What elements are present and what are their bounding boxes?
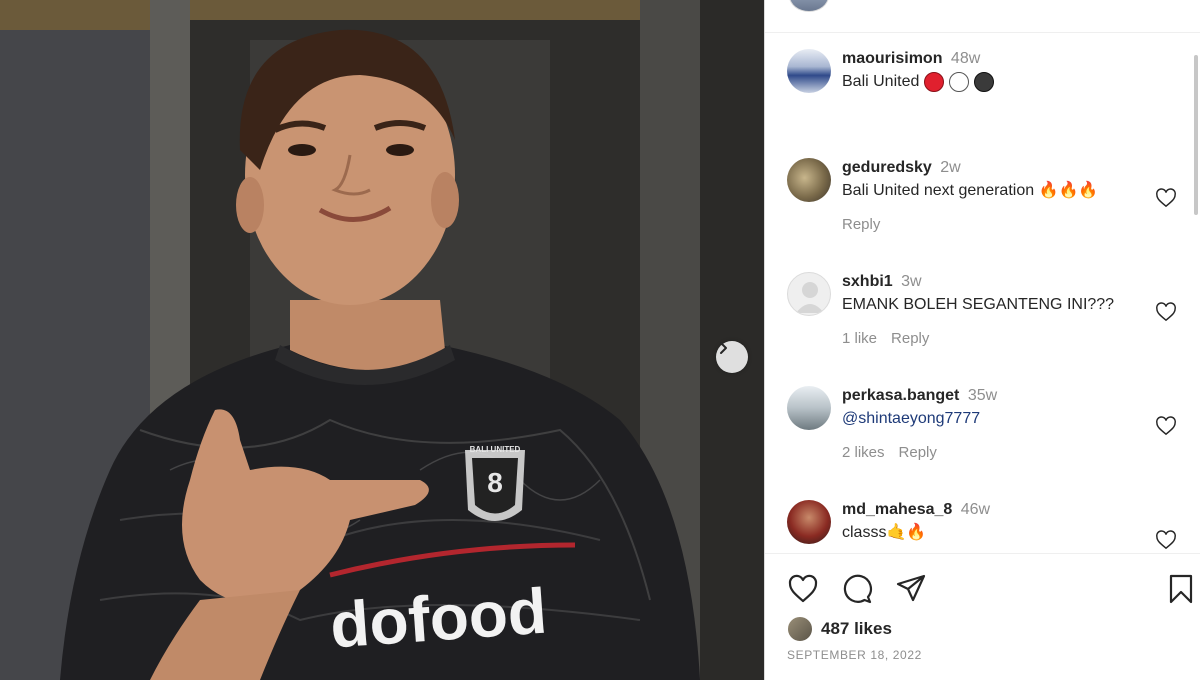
likes-count[interactable]: 487 likes [821,619,892,639]
post-photo: 8 BALI UNITED dofood [0,0,764,680]
jersey-crest-text: BALI UNITED [470,445,521,454]
comment-username[interactable]: perkasa.banget [842,387,959,404]
avatar[interactable] [787,500,831,544]
black-circle-icon [974,72,995,92]
comment-text: Bali United next generation 🔥🔥🔥 [842,182,1099,199]
heart-icon[interactable] [787,573,819,605]
jersey-sponsor-text: dofood [328,575,549,662]
comment-username[interactable]: sxhbi1 [842,273,893,290]
comments-scrollbar[interactable] [1194,55,1198,215]
likes-avatar [787,616,813,642]
heart-icon[interactable] [1155,302,1177,322]
caption-username[interactable]: maourisimon [842,50,942,67]
comment-time: 35w [967,387,998,404]
comment-likes[interactable]: 2 likes [842,444,885,461]
reply-button[interactable]: Reply [842,216,880,233]
comment-text: EMANK BOLEH SEGANTENG INI??? [842,296,1115,313]
avatar[interactable] [787,49,831,93]
avatar[interactable] [787,386,831,430]
avatar[interactable] [787,158,831,202]
comment-text: classs🤙🔥 [842,524,927,541]
comment-time: 3w [901,273,922,290]
comment-time: 2w [940,159,961,176]
heart-icon[interactable] [1155,188,1177,208]
next-photo-button[interactable] [716,341,748,373]
likes-row[interactable]: 487 likes [787,616,892,642]
post-date: SEPTEMBER 18, 2022 [787,648,922,662]
red-circle-icon [924,72,945,92]
heart-icon[interactable] [1155,416,1177,436]
comment-icon[interactable] [841,573,873,605]
comments-list[interactable]: maourisimon 48w Bali United geduredsky 2… [765,33,1195,553]
chevron-right-icon [720,342,727,354]
svg-text:8: 8 [487,467,503,498]
bookmark-icon[interactable] [1165,573,1197,605]
comment-time: 46w [960,501,991,518]
reply-button[interactable]: Reply [891,330,929,347]
caption-time: 48w [950,50,981,67]
header-avatar[interactable] [789,0,829,12]
photo-illustration: 8 BALI UNITED dofood [0,0,764,680]
default-avatar-icon [796,282,824,313]
comment-username[interactable]: md_mahesa_8 [842,501,952,518]
avatar[interactable] [787,272,831,316]
comment-username[interactable]: geduredsky [842,159,932,176]
heart-icon[interactable] [1155,530,1177,550]
mention-link[interactable]: @shintaeyong7777 [842,408,980,430]
caption-text: Bali United [842,73,920,90]
comment-likes[interactable]: 1 like [842,330,877,347]
post-details-panel: maourisimon 48w Bali United geduredsky 2… [764,0,1200,680]
actions-divider [765,553,1200,554]
white-circle-icon [949,72,970,92]
reply-button[interactable]: Reply [899,444,937,461]
send-icon[interactable] [895,573,927,605]
